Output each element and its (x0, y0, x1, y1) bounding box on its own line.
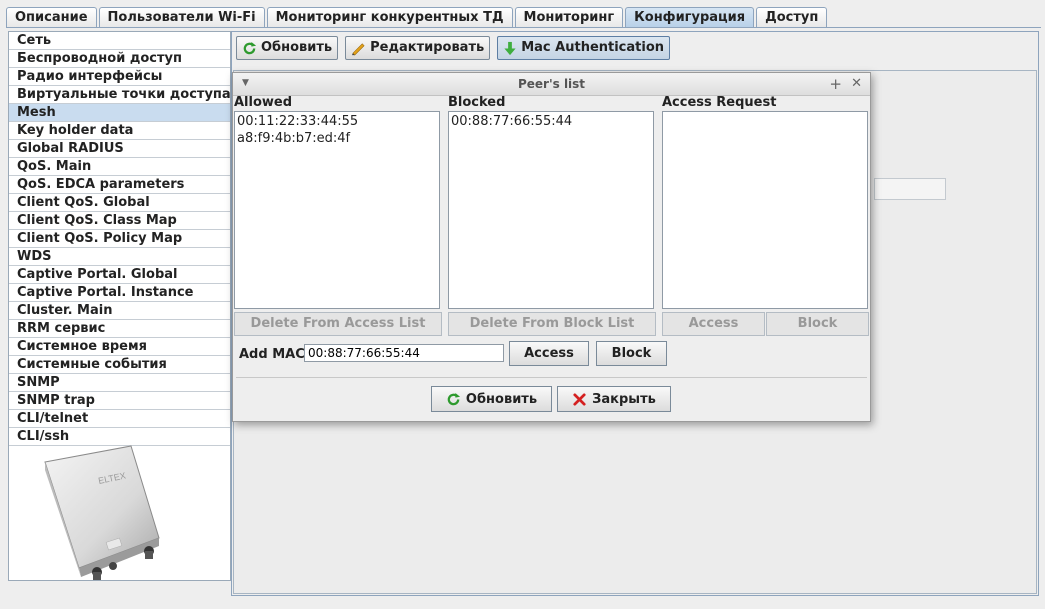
dialog-close-label: Закрыть (592, 391, 656, 407)
refresh-icon (446, 392, 461, 407)
sidebar-item-snmp[interactable]: SNMP (9, 374, 230, 392)
add-mac-block-button[interactable]: Block (596, 341, 667, 366)
config-sidebar: Сеть Беспроводной доступ Радио интерфейс… (8, 31, 231, 581)
sidebar-item-vap[interactable]: Виртуальные точки доступа (9, 86, 230, 104)
tab-monitoring[interactable]: Мониторинг (514, 7, 624, 27)
main-tabbar: Описание Пользователи Wi-Fi Мониторинг к… (6, 7, 829, 27)
sidebar-item-global-radius[interactable]: Global RADIUS (9, 140, 230, 158)
sidebar-item-wireless[interactable]: Беспроводной доступ (9, 50, 230, 68)
background-input-field[interactable] (874, 178, 946, 200)
delete-from-block-list-button[interactable]: Delete From Block List (448, 312, 656, 336)
sidebar-item-key-holder[interactable]: Key holder data (9, 122, 230, 140)
sidebar-item-client-qos-global[interactable]: Client QoS. Global (9, 194, 230, 212)
mac-authentication-button[interactable]: Mac Authentication (497, 36, 671, 60)
peers-list-dialog: ▼ Peer's list + ✕ Allowed 00:11:22:33:44… (232, 72, 871, 422)
access-request-label: Access Request (662, 95, 777, 110)
arrow-down-icon (503, 41, 517, 56)
tab-wifi-users[interactable]: Пользователи Wi-Fi (98, 7, 265, 27)
tabbar-divider (6, 27, 1041, 28)
tab-access[interactable]: Доступ (756, 7, 828, 27)
dialog-refresh-button[interactable]: Обновить (431, 386, 552, 412)
allowed-label: Allowed (234, 95, 293, 110)
dialog-title: Peer's list (517, 77, 586, 91)
list-item[interactable]: a8:f9:4b:b7:ed:4f (237, 130, 437, 147)
delete-from-access-list-button[interactable]: Delete From Access List (234, 312, 442, 336)
allowed-list[interactable]: 00:11:22:33:44:55 a8:f9:4b:b7:ed:4f (234, 111, 440, 309)
sidebar-item-network[interactable]: Сеть (9, 32, 230, 50)
sidebar-item-system-events[interactable]: Системные события (9, 356, 230, 374)
request-block-button[interactable]: Block (766, 312, 869, 336)
access-point-device-image: ELTEX (44, 445, 160, 580)
refresh-icon (242, 41, 257, 56)
sidebar-item-captive-instance[interactable]: Captive Portal. Instance (9, 284, 230, 302)
sidebar-item-client-qos-class-map[interactable]: Client QoS. Class Map (9, 212, 230, 230)
sidebar-item-mesh[interactable]: Mesh (9, 104, 230, 122)
maximize-icon[interactable]: + (829, 75, 842, 93)
sidebar-item-qos-edca[interactable]: QoS. EDCA parameters (9, 176, 230, 194)
list-item[interactable]: 00:88:77:66:55:44 (451, 113, 651, 130)
sidebar-item-wds[interactable]: WDS (9, 248, 230, 266)
dialog-refresh-label: Обновить (465, 391, 538, 407)
edit-button-label: Редактировать (370, 40, 485, 55)
list-item[interactable]: 00:11:22:33:44:55 (237, 113, 437, 130)
blocked-label: Blocked (448, 95, 506, 110)
close-icon[interactable]: ✕ (851, 76, 862, 91)
sidebar-item-cli-telnet[interactable]: CLI/telnet (9, 410, 230, 428)
edit-button[interactable]: Редактировать (345, 36, 491, 60)
dialog-close-button[interactable]: Закрыть (557, 386, 671, 412)
refresh-button-label: Обновить (261, 40, 333, 55)
request-access-button[interactable]: Access (662, 312, 765, 336)
pencil-icon (351, 41, 366, 56)
sidebar-item-system-time[interactable]: Системное время (9, 338, 230, 356)
tab-description[interactable]: Описание (6, 7, 97, 27)
sidebar-item-cluster-main[interactable]: Cluster. Main (9, 302, 230, 320)
sidebar-item-snmp-trap[interactable]: SNMP trap (9, 392, 230, 410)
blocked-list[interactable]: 00:88:77:66:55:44 (448, 111, 654, 309)
mac-authentication-label: Mac Authentication (521, 40, 665, 55)
sidebar-item-qos-main[interactable]: QoS. Main (9, 158, 230, 176)
sidebar-item-client-qos-policy-map[interactable]: Client QoS. Policy Map (9, 230, 230, 248)
tab-configuration[interactable]: Конфигурация (625, 7, 755, 27)
dialog-titlebar[interactable]: ▼ Peer's list + ✕ (233, 73, 870, 96)
add-mac-access-button[interactable]: Access (509, 341, 589, 366)
close-x-icon (572, 392, 587, 407)
tab-competitor-monitoring[interactable]: Мониторинг конкурентных ТД (266, 7, 513, 27)
add-mac-label: Add MAC (239, 347, 305, 362)
refresh-button[interactable]: Обновить (236, 36, 339, 60)
main-toolbar: Обновить Редактировать Mac Authenticatio… (236, 36, 677, 62)
sidebar-item-captive-global[interactable]: Captive Portal. Global (9, 266, 230, 284)
add-mac-input[interactable] (304, 344, 504, 362)
sidebar-item-radio[interactable]: Радио интерфейсы (9, 68, 230, 86)
sidebar-item-rrm[interactable]: RRM сервис (9, 320, 230, 338)
access-request-list[interactable] (662, 111, 868, 309)
